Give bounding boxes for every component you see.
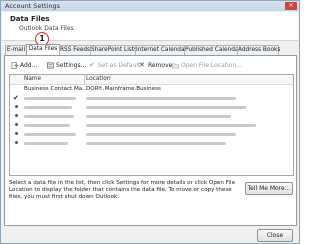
- redacted-location: [86, 133, 236, 136]
- list-item-redacted[interactable]: [10, 103, 293, 111]
- close-button[interactable]: Close: [257, 229, 293, 242]
- redacted-name: [24, 106, 72, 109]
- tab-sharepoint-lists[interactable]: SharePoint Lists: [90, 45, 137, 55]
- window-titlebar: Account Settings ✕: [1, 1, 299, 11]
- settings-label: Settings...: [56, 62, 87, 69]
- tab-address-books[interactable]: Address Books: [237, 45, 280, 55]
- column-location-header[interactable]: Location: [86, 76, 111, 82]
- list-column-header: Name Location: [10, 75, 293, 85]
- redacted-location: [86, 97, 236, 100]
- window-close-icon[interactable]: ✕: [285, 2, 297, 10]
- row-bullet-icon: [15, 132, 18, 135]
- window-title: Account Settings: [5, 2, 60, 10]
- settings-button[interactable]: Settings...: [47, 61, 86, 71]
- redacted-name: [24, 97, 76, 100]
- list-item-location: DORY:.Mainframe.Business: [86, 86, 161, 92]
- add-file-icon: [11, 62, 18, 69]
- add-label: Add...: [20, 62, 38, 69]
- redacted-location: [86, 106, 246, 109]
- remove-label: Remove: [148, 62, 173, 69]
- row-bullet-icon: [15, 105, 18, 108]
- tab-email[interactable]: E-mail: [5, 45, 27, 55]
- list-item-redacted[interactable]: ✔: [10, 94, 293, 102]
- open-file-location-button[interactable]: Open File Location...: [172, 61, 242, 71]
- row-bullet-icon: [15, 123, 18, 126]
- redacted-name: [24, 133, 76, 136]
- row-bullet-icon: [15, 114, 18, 117]
- redacted-location: [86, 142, 226, 145]
- set-as-default-button[interactable]: ✔ Set as Default: [89, 61, 140, 71]
- header-subtitle: Outlook Data Files: [19, 25, 74, 32]
- redacted-location: [86, 124, 256, 127]
- redacted-location: [86, 115, 231, 118]
- list-item[interactable]: Business Contact Ma... DORY:.Mainframe.B…: [10, 85, 293, 93]
- list-item-name: Business Contact Ma...: [24, 86, 88, 92]
- tab-internet-calendars[interactable]: Internet Calendars: [135, 45, 190, 55]
- list-item-redacted[interactable]: [10, 112, 293, 120]
- tab-published-calendars[interactable]: Published Calendars: [184, 45, 244, 55]
- list-item-redacted[interactable]: [10, 139, 293, 147]
- data-files-panel: Add... Settings... ✔ Set as Default ✕ Remo…: [4, 55, 297, 226]
- data-files-list[interactable]: Name Location Business Contact Ma... DOR…: [9, 74, 294, 176]
- tell-me-more-button[interactable]: Tell Me More...: [245, 182, 293, 195]
- list-item-redacted[interactable]: [10, 121, 293, 129]
- header-title: Data Files: [10, 15, 50, 23]
- folder-icon: [172, 63, 179, 69]
- list-item-redacted[interactable]: [10, 130, 293, 138]
- tab-rss-feeds[interactable]: RSS Feeds: [59, 45, 91, 55]
- open-file-location-label: Open File Location...: [181, 62, 242, 69]
- redacted-name: [24, 124, 70, 127]
- redacted-name: [24, 115, 74, 118]
- redacted-name: [24, 142, 68, 145]
- help-description: Select a data file in the list, then cli…: [9, 180, 236, 200]
- column-divider: [84, 75, 85, 84]
- remove-x-icon: ✕: [139, 61, 145, 69]
- settings-icon: [47, 62, 54, 69]
- set-as-default-label: Set as Default: [98, 62, 141, 69]
- add-button[interactable]: Add...: [11, 61, 37, 71]
- row-bullet-icon: [15, 141, 18, 144]
- account-settings-window: Account Settings ✕ Data Files Outlook Da…: [0, 0, 300, 244]
- remove-button[interactable]: ✕ Remove: [139, 61, 172, 71]
- data-files-toolbar: Add... Settings... ✔ Set as Default ✕ Remo…: [9, 61, 292, 71]
- column-name-header[interactable]: Name: [24, 76, 41, 82]
- default-check-icon: ✔: [13, 94, 19, 102]
- set-default-check-icon: ✔: [89, 61, 95, 69]
